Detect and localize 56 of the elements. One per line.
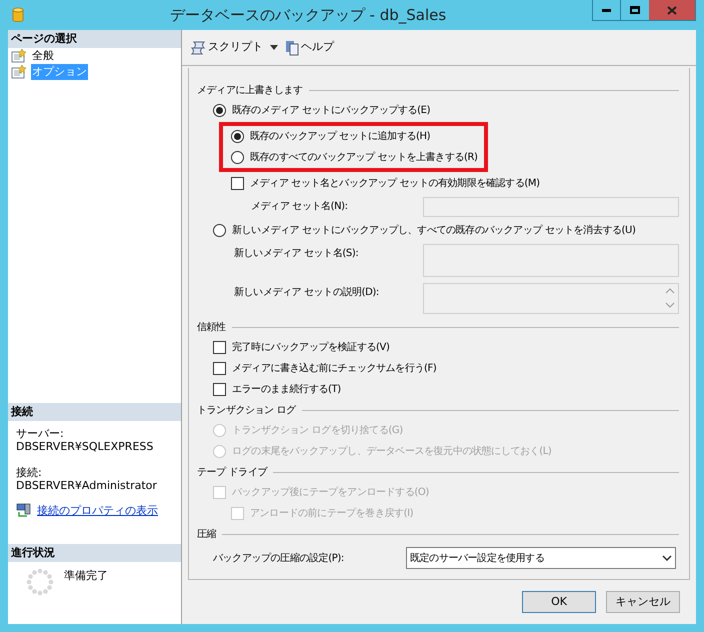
- field-label: メディア セット名(N):: [251, 200, 349, 214]
- section-title: テープ ドライブ: [197, 466, 267, 480]
- page-item[interactable]: 全般: [31, 48, 55, 64]
- section-title: 圧縮: [197, 528, 216, 542]
- checkbox-label: バックアップ後にテープをアンロードする(O): [232, 486, 429, 500]
- section-title: 信頼性: [197, 320, 226, 334]
- close-button[interactable]: [649, 0, 695, 20]
- connection-label: 接続:: [16, 466, 43, 479]
- radio-button[interactable]: [231, 130, 244, 143]
- field-label: 新しいメディア セットの説明(D):: [234, 286, 380, 300]
- radio-label: 既存のすべてのバックアップ セットを上書きする(R): [250, 150, 478, 165]
- chevron-down-icon: [662, 555, 672, 561]
- database-icon: [12, 7, 24, 23]
- pane-header: ページの選択: [8, 30, 181, 48]
- checkbox[interactable]: [213, 341, 226, 354]
- script-button[interactable]: スクリプト: [190, 39, 263, 56]
- page-icon: [11, 65, 27, 79]
- radio-label: 既存のメディア セットにバックアップする(E): [232, 104, 430, 118]
- radio-button[interactable]: [213, 104, 226, 117]
- page-icon: [11, 49, 27, 63]
- close-icon: [667, 6, 677, 14]
- checkbox[interactable]: [213, 362, 226, 375]
- caret-icon[interactable]: [270, 45, 278, 50]
- window-title: データベースのバックアップ - db_Sales: [168, 4, 448, 26]
- checkbox-label: メディアに書き込む前にチェックサムを行う(F): [232, 362, 436, 376]
- radio-label: 新しいメディア セットにバックアップし、すべての既存のバックアップ セットを消去する(U): [232, 224, 636, 238]
- radio-button[interactable]: [213, 224, 226, 237]
- server-label: サーバー:: [16, 427, 65, 440]
- server-name: DBSERVER¥SQLEXPRESS: [16, 440, 154, 453]
- scroll-icon: [190, 40, 206, 56]
- checkbox-label: 完了時にバックアップを検証する(V): [232, 340, 390, 355]
- section-title: メディアに上書きします: [197, 84, 303, 98]
- checkbox-label: アンロードの前にテープを巻き戻す(I): [250, 506, 414, 521]
- radio-label: トランザクション ログを切り捨てる(G): [232, 424, 403, 438]
- checkbox[interactable]: [213, 383, 226, 396]
- checkbox[interactable]: [231, 177, 244, 190]
- section-title: トランザクション ログ: [197, 404, 296, 418]
- connection-name: DBSERVER¥Administrator: [16, 479, 158, 492]
- checkbox-label: メディア セット名とバックアップ セットの有効期限を確認する(M): [250, 176, 540, 191]
- compression-dropdown[interactable]: 既定のサーバー設定を使用する: [406, 547, 676, 569]
- help-button[interactable]: ヘルプ: [285, 39, 334, 56]
- computers-icon: [16, 502, 32, 518]
- document-icon: [285, 40, 299, 56]
- pane-header: 進行状況: [8, 544, 181, 562]
- radio-button[interactable]: [231, 151, 244, 164]
- radio-label: ログの末尾をバックアップし、データベースを復元中の状態にしておく(L): [232, 444, 552, 459]
- field-label: 新しいメディア セット名(S):: [234, 246, 360, 261]
- spinner-icon: [26, 568, 54, 596]
- pane-header: 接続: [8, 403, 181, 421]
- dialog-button[interactable]: キャンセル: [606, 591, 680, 613]
- field-label: バックアップの圧縮の設定(P):: [213, 552, 345, 566]
- radio-label: 既存のバックアップ セットに追加する(H): [250, 130, 430, 144]
- dialog-button[interactable]: OK: [522, 591, 596, 613]
- connection-properties-link[interactable]: 接続のプロパティの表示: [37, 504, 158, 516]
- checkbox-label: エラーのまま続行する(T): [232, 382, 341, 397]
- status-text: 準備完了: [64, 568, 108, 584]
